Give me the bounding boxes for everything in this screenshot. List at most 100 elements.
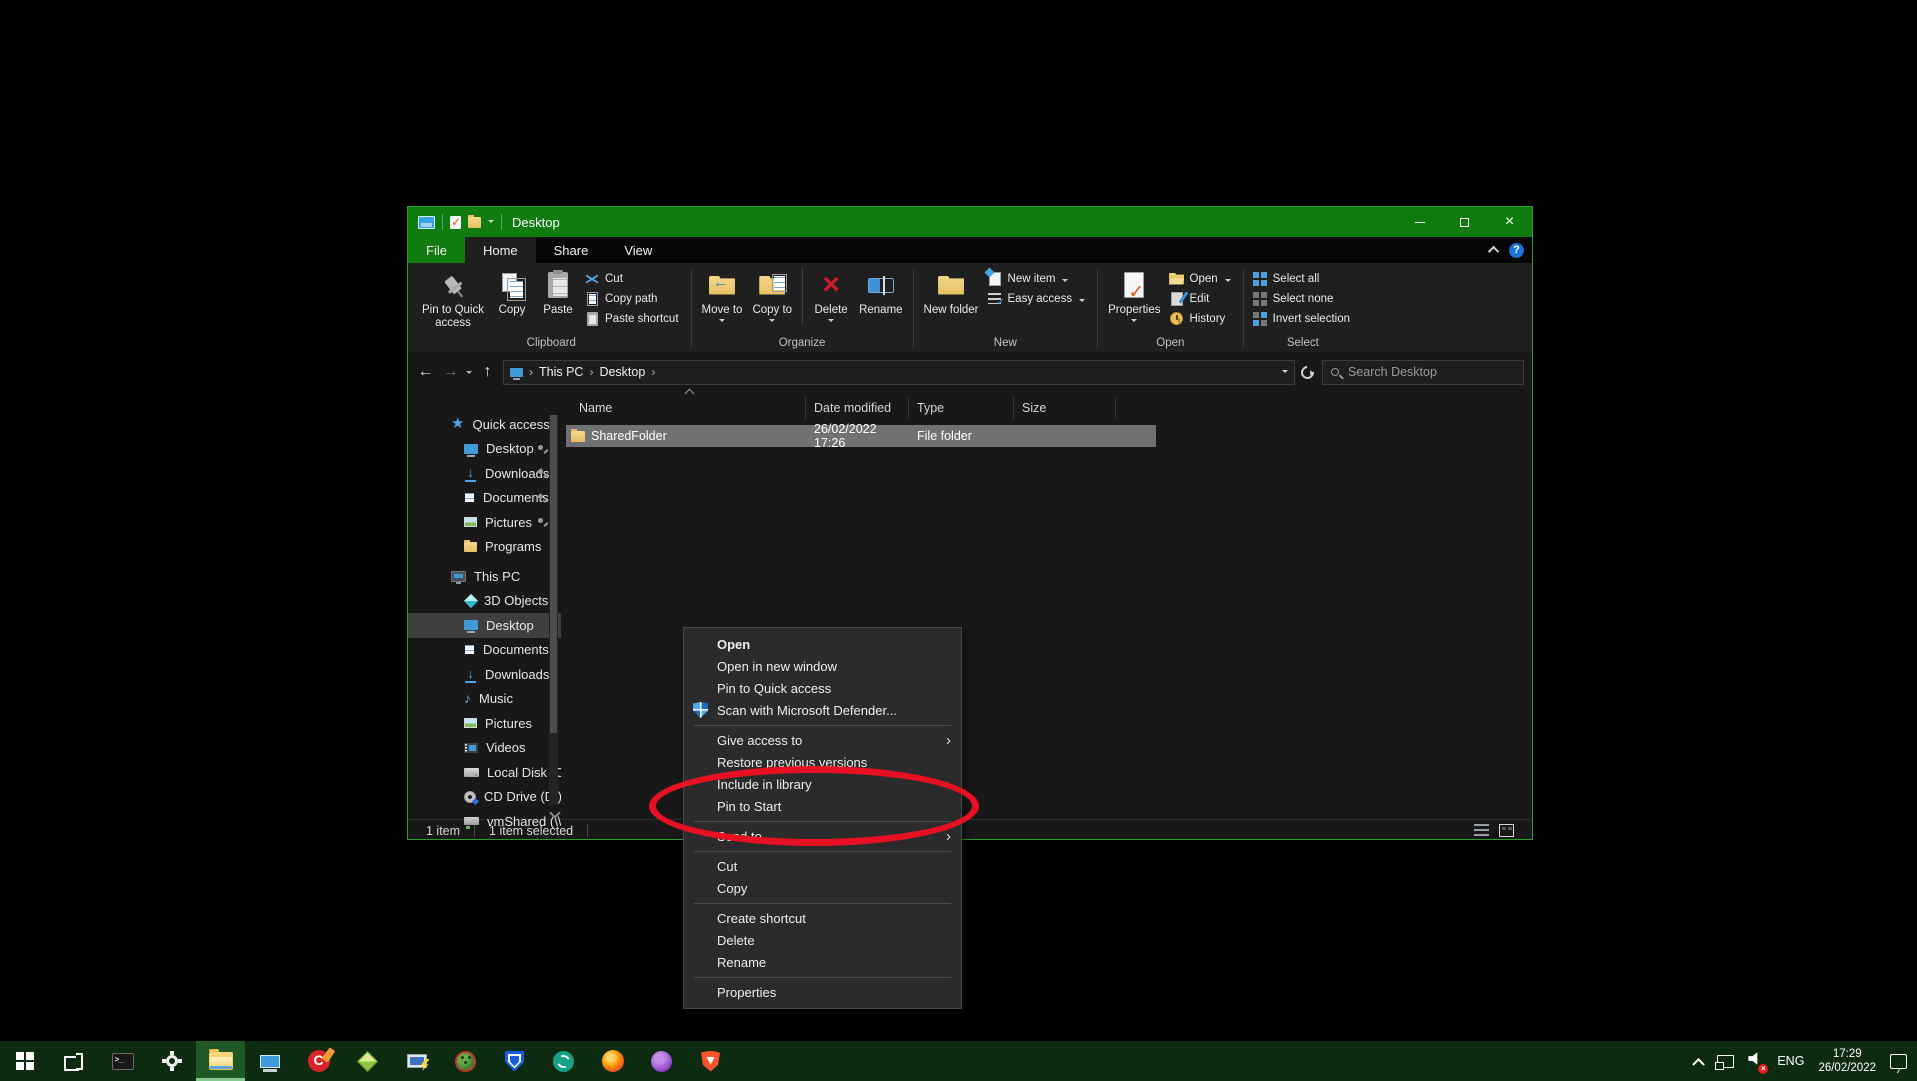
column-header-date-modified[interactable]: Date modified bbox=[806, 397, 909, 419]
frog-app[interactable] bbox=[441, 1041, 490, 1081]
sidebar-item-programs[interactable]: Programs bbox=[408, 535, 561, 560]
settings[interactable] bbox=[147, 1041, 196, 1081]
breadcrumb-this-pc[interactable]: This PC bbox=[539, 365, 583, 379]
menu-item-delete[interactable]: Delete bbox=[684, 929, 961, 951]
breadcrumb-desktop[interactable]: Desktop bbox=[599, 365, 645, 379]
ribbon-button-select-none[interactable]: Select none bbox=[1250, 289, 1356, 308]
tab-file[interactable]: File bbox=[408, 237, 465, 263]
ribbon-button-copy[interactable]: Copy bbox=[490, 265, 534, 317]
clock[interactable]: 17:29 26/02/2022 bbox=[1818, 1047, 1876, 1075]
language-indicator[interactable]: ENG bbox=[1777, 1054, 1804, 1068]
ribbon-button-new-folder[interactable]: New folder bbox=[920, 265, 983, 317]
sidebar-item-pictures[interactable]: Pictures bbox=[408, 711, 561, 736]
column-header-name[interactable]: Name bbox=[566, 397, 806, 419]
search-box[interactable] bbox=[1322, 360, 1524, 385]
icons-view-icon[interactable] bbox=[1499, 824, 1514, 837]
sync-app[interactable] bbox=[539, 1041, 588, 1081]
up-button[interactable]: ↑ bbox=[478, 363, 497, 381]
menu-item-rename[interactable]: Rename bbox=[684, 951, 961, 973]
breadcrumb[interactable]: › This PC › Desktop › bbox=[503, 360, 1295, 385]
sidebar-item-documents[interactable]: Documents bbox=[408, 638, 561, 663]
new-folder-qat-icon[interactable] bbox=[468, 217, 481, 228]
help-icon[interactable]: ? bbox=[1509, 243, 1524, 258]
recent-locations-icon[interactable] bbox=[466, 371, 472, 377]
ccleaner[interactable] bbox=[294, 1041, 343, 1081]
menu-item-open[interactable]: Open bbox=[684, 633, 961, 655]
ribbon-button-rename[interactable]: Rename bbox=[855, 265, 906, 317]
ribbon-button-select-all[interactable]: Select all bbox=[1250, 269, 1356, 288]
ribbon-button-delete[interactable]: Delete bbox=[809, 265, 853, 325]
column-header-type[interactable]: Type bbox=[909, 397, 1014, 419]
menu-item-scan-with-microsoft-defender[interactable]: Scan with Microsoft Defender... bbox=[684, 699, 961, 721]
sidebar-item-desktop[interactable]: Desktop bbox=[408, 437, 561, 462]
command-prompt[interactable] bbox=[98, 1041, 147, 1081]
action-center-icon[interactable] bbox=[1890, 1054, 1907, 1069]
ribbon-button-open[interactable]: Open bbox=[1167, 269, 1237, 288]
sidebar-item-cd-drive-d-vir[interactable]: CD Drive (D:) Vir bbox=[408, 785, 561, 810]
sidebar-scrollbar[interactable] bbox=[549, 415, 558, 805]
sidebar-item-downloads[interactable]: Downloads bbox=[408, 461, 561, 486]
details-view-icon[interactable] bbox=[1474, 824, 1489, 837]
sidebar-item-this-pc[interactable]: This PC bbox=[408, 564, 561, 589]
scrollbar-thumb[interactable] bbox=[550, 415, 557, 733]
ribbon-button-copy-path[interactable]: Copy path bbox=[582, 289, 685, 308]
network-icon[interactable] bbox=[1717, 1055, 1734, 1068]
ribbon-button-paste[interactable]: Paste bbox=[536, 265, 580, 317]
minimize-button[interactable] bbox=[1397, 207, 1442, 237]
ribbon-button-paste-shortcut[interactable]: Paste shortcut bbox=[582, 309, 685, 328]
forward-button[interactable]: → bbox=[441, 363, 460, 381]
ribbon-button-new-item[interactable]: New item bbox=[985, 269, 1092, 288]
tab-home[interactable]: Home bbox=[465, 237, 536, 263]
search-input[interactable] bbox=[1346, 364, 1496, 380]
back-button[interactable]: ← bbox=[416, 363, 435, 381]
column-header-size[interactable]: Size bbox=[1014, 397, 1116, 419]
ribbon-button-move-to[interactable]: Move to bbox=[698, 265, 747, 325]
brave[interactable] bbox=[686, 1041, 735, 1081]
sidebar-item-desktop[interactable]: Desktop bbox=[408, 613, 561, 638]
collapse-ribbon-icon[interactable] bbox=[1488, 246, 1499, 257]
file-row[interactable]: SharedFolder 26/02/2022 17:26 File folde… bbox=[566, 425, 1156, 447]
volume-muted-icon[interactable]: × bbox=[1748, 1052, 1763, 1071]
qat-dropdown-icon[interactable] bbox=[488, 220, 494, 226]
sidebar-item-pictures[interactable]: Pictures bbox=[408, 510, 561, 535]
maximize-button[interactable] bbox=[1442, 207, 1487, 237]
task-view-button[interactable] bbox=[49, 1041, 98, 1081]
file-explorer[interactable] bbox=[196, 1041, 245, 1081]
close-button[interactable]: × bbox=[1487, 207, 1532, 237]
sidebar-item-quick-access[interactable]: Quick access bbox=[408, 412, 561, 437]
properties-qat-icon[interactable] bbox=[450, 216, 461, 229]
menu-item-copy[interactable]: Copy bbox=[684, 877, 961, 899]
cube-app[interactable] bbox=[343, 1041, 392, 1081]
hidden-icons-icon[interactable] bbox=[1692, 1057, 1705, 1070]
sidebar-item-music[interactable]: Music bbox=[408, 687, 561, 712]
menu-item-properties[interactable]: Properties bbox=[684, 981, 961, 1003]
ribbon-button-cut[interactable]: Cut bbox=[582, 269, 685, 288]
ribbon-button-invert-selection[interactable]: Invert selection bbox=[1250, 309, 1356, 328]
sidebar-item-videos[interactable]: Videos bbox=[408, 736, 561, 761]
sidebar-item-documents[interactable]: Documents bbox=[408, 486, 561, 511]
ribbon-button-copy-to[interactable]: Copy to bbox=[748, 265, 796, 325]
menu-item-create-shortcut[interactable]: Create shortcut bbox=[684, 907, 961, 929]
sidebar-item-local-disk-c[interactable]: Local Disk (C:) bbox=[408, 760, 561, 785]
address-dropdown-icon[interactable] bbox=[1282, 370, 1288, 376]
remote-pc[interactable] bbox=[392, 1041, 441, 1081]
purple-app[interactable] bbox=[637, 1041, 686, 1081]
tab-view[interactable]: View bbox=[606, 237, 670, 263]
menu-item-cut[interactable]: Cut bbox=[684, 855, 961, 877]
menu-item-give-access-to[interactable]: Give access to› bbox=[684, 729, 961, 751]
refresh-icon[interactable] bbox=[1298, 363, 1316, 381]
ribbon-button-easy-access[interactable]: Easy access bbox=[985, 289, 1092, 308]
menu-item-pin-to-quick-access[interactable]: Pin to Quick access bbox=[684, 677, 961, 699]
tab-share[interactable]: Share bbox=[536, 237, 607, 263]
sidebar-item-3d-objects[interactable]: 3D Objects bbox=[408, 589, 561, 614]
sidebar-item-downloads[interactable]: Downloads bbox=[408, 662, 561, 687]
title-bar[interactable]: Desktop × bbox=[408, 207, 1532, 237]
bitwarden[interactable] bbox=[490, 1041, 539, 1081]
ribbon-button-properties[interactable]: Properties bbox=[1104, 265, 1164, 325]
ribbon-button-history[interactable]: History bbox=[1167, 309, 1237, 328]
this-pc[interactable] bbox=[245, 1041, 294, 1081]
menu-item-open-in-new-window[interactable]: Open in new window bbox=[684, 655, 961, 677]
firefox[interactable] bbox=[588, 1041, 637, 1081]
ribbon-button-pin-to-quick-access[interactable]: Pin to Quick access bbox=[418, 265, 488, 329]
ribbon-button-edit[interactable]: Edit bbox=[1167, 289, 1237, 308]
